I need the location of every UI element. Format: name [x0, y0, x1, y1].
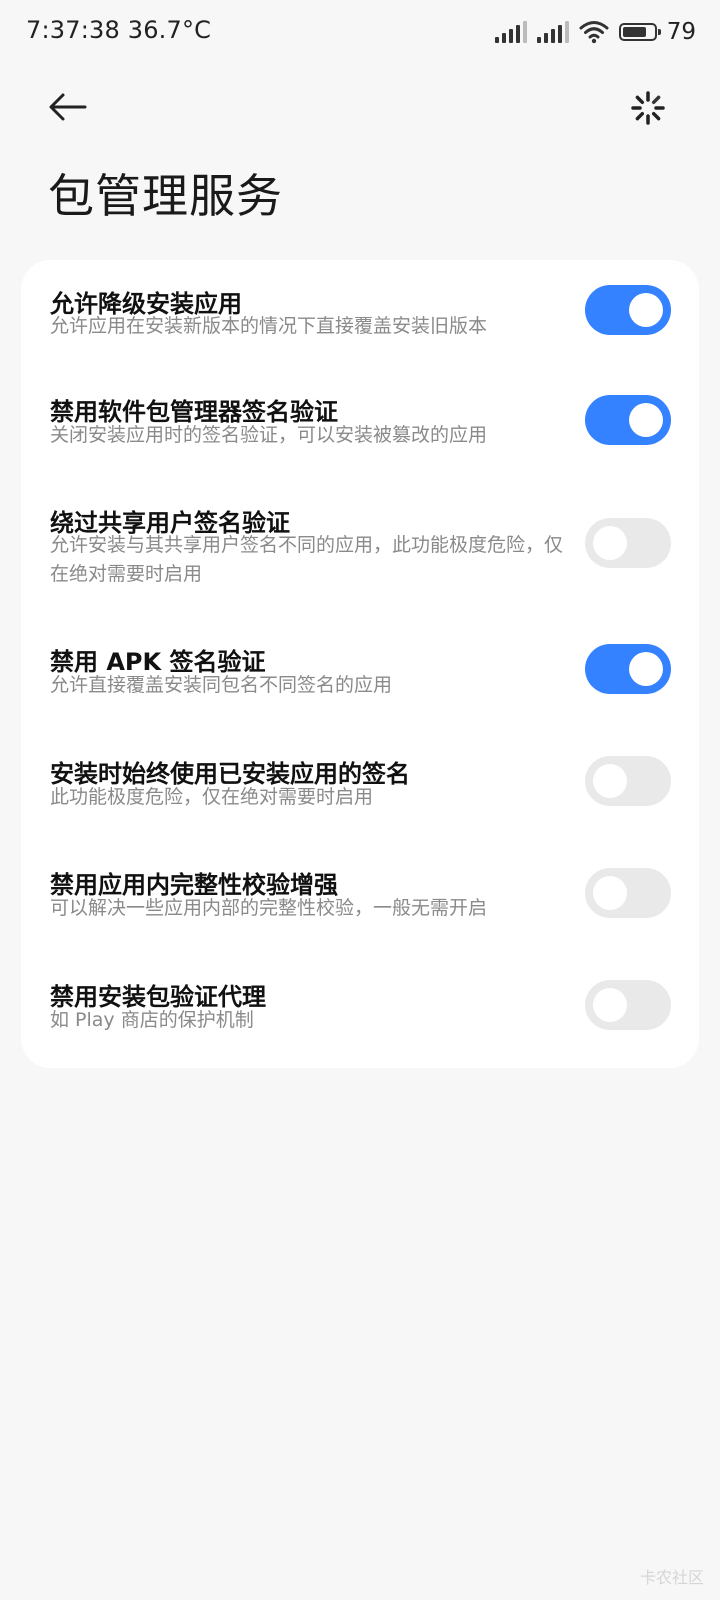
back-button[interactable] [40, 84, 96, 130]
setting-row-disable-apk-signature[interactable]: 禁用 APK 签名验证 允许直接覆盖安装同包名不同签名的应用 [21, 622, 699, 734]
settings-card: 允许降级安装应用 允许应用在安装新版本的情况下直接覆盖安装旧版本 禁用软件包管理… [21, 260, 699, 1068]
signal-2-icon [536, 21, 569, 43]
wifi-icon [579, 21, 609, 44]
status-bar: 7:37:38 36.7°C 79 [0, 0, 720, 64]
setting-description: 关闭安装应用时的签名验证，可以安装被篡改的应用 [50, 424, 488, 446]
loading-spinner-icon [631, 91, 665, 125]
arrow-left-icon [49, 93, 87, 121]
setting-row-use-installed-signature[interactable]: 安装时始终使用已安装应用的签名 此功能极度危险，仅在绝对需要时启用 [21, 734, 699, 846]
battery-icon [618, 23, 661, 41]
setting-row-allow-downgrade[interactable]: 允许降级安装应用 允许应用在安装新版本的情况下直接覆盖安装旧版本 [21, 260, 699, 370]
status-icons: 79 [494, 16, 696, 48]
setting-description: 允许直接覆盖安装同包名不同签名的应用 [50, 674, 393, 696]
setting-row-disable-verifier-agent[interactable]: 禁用安装包验证代理 如 Play 商店的保护机制 [21, 958, 699, 1068]
page-title: 包管理服务 [48, 169, 283, 223]
watermark: 卡农社区 [639, 1568, 704, 1587]
signal-1-icon [494, 21, 527, 43]
setting-description: 允许应用在安装新版本的情况下直接覆盖安装旧版本 [50, 315, 488, 337]
setting-row-bypass-shared-user[interactable]: 绕过共享用户签名验证 允许安装与其共享用户签名不同的应用，此功能极度危险，仅在绝… [21, 482, 699, 622]
setting-description: 此功能极度危险，仅在绝对需要时启用 [50, 786, 374, 808]
setting-row-disable-pm-signature[interactable]: 禁用软件包管理器签名验证 关闭安装应用时的签名验证，可以安装被篡改的应用 [21, 370, 699, 482]
toggle-switch[interactable] [585, 285, 671, 335]
refresh-button[interactable] [626, 86, 670, 130]
status-time: 7:37:38 36.7°C [26, 16, 212, 44]
toggle-switch[interactable] [585, 980, 671, 1030]
setting-description: 允许安装与其共享用户签名不同的应用，此功能极度危险，仅在绝对需要时启用 [50, 534, 564, 585]
battery-level: 79 [666, 19, 696, 45]
toggle-switch[interactable] [585, 644, 671, 694]
toggle-switch[interactable] [585, 395, 671, 445]
setting-description: 可以解决一些应用内部的完整性校验，一般无需开启 [50, 897, 488, 919]
setting-description: 如 Play 商店的保护机制 [50, 1009, 254, 1031]
toggle-switch[interactable] [585, 756, 671, 806]
toggle-switch[interactable] [585, 518, 671, 568]
toggle-switch[interactable] [585, 868, 671, 918]
setting-row-disable-integrity-check[interactable]: 禁用应用内完整性校验增强 可以解决一些应用内部的完整性校验，一般无需开启 [21, 846, 699, 958]
